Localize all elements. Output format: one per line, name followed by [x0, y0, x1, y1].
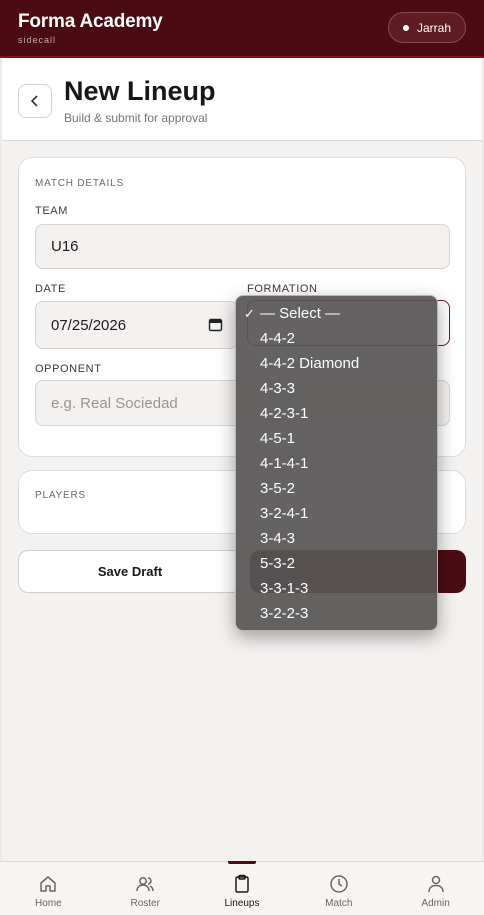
formation-option-label: 3-2-4-1 [260, 505, 309, 522]
formation-option[interactable]: 4-2-3-1 [236, 401, 437, 426]
formation-option[interactable]: 3-5-2 [236, 476, 437, 501]
user-name: Jarrah [416, 20, 451, 35]
person-icon [427, 875, 444, 893]
chevron-left-icon [30, 95, 38, 107]
formation-option-label: — Select — [260, 305, 341, 322]
active-indicator [227, 861, 256, 864]
formation-option-label: 4-1-4-1 [260, 455, 309, 472]
formation-option-label: 3-2-2-3 [260, 605, 309, 622]
formation-option[interactable]: 4-1-4-1 [236, 451, 437, 476]
formation-option[interactable]: ✓ — Select — [236, 301, 437, 326]
formation-option[interactable]: 3-2-4-1 [236, 501, 437, 526]
team-field[interactable]: U16 [35, 224, 450, 269]
bottom-nav: Home Roster Lineups Match Admin [0, 861, 484, 915]
formation-option-label: 4-4-2 Diamond [260, 355, 360, 372]
clipboard-icon [235, 874, 249, 893]
opponent-label: OPPONENT [35, 363, 102, 375]
formation-option[interactable]: 4-4-2 Diamond [236, 351, 437, 376]
nav-item-home[interactable]: Home [0, 862, 97, 915]
app-subtitle: sidecall [18, 35, 57, 45]
formation-option[interactable]: 5-3-2 [236, 551, 437, 576]
formation-option-label: 5-3-2 [260, 555, 296, 572]
page-title: New Lineup [64, 76, 216, 106]
opponent-placeholder: e.g. Real Sociedad [51, 394, 178, 412]
formation-option[interactable]: 4-4-2 [236, 326, 437, 351]
section-label-match-details: MATCH DETAILS [35, 178, 124, 189]
nav-label: Admin [421, 898, 450, 909]
nav-label: Roster [130, 898, 160, 909]
clock-icon [330, 875, 348, 893]
section-label-players: PLAYERS [35, 490, 86, 501]
formation-option-label: 3-3-1-3 [260, 580, 309, 597]
date-value: 07/25/2026 [51, 316, 127, 334]
nav-label: Lineups [224, 898, 260, 909]
formation-option-label: 4-2-3-1 [260, 405, 309, 422]
formation-option[interactable]: 3-2-2-3 [236, 601, 437, 626]
nav-item-admin[interactable]: Admin [387, 862, 484, 915]
formation-option[interactable]: 3-4-3 [236, 526, 437, 551]
nav-label: Home [35, 898, 62, 909]
formation-option-label: 4-4-2 [260, 330, 296, 347]
users-icon [136, 877, 154, 892]
formation-label: FORMATION [247, 283, 318, 295]
app-header: Forma Academy sidecall Jarrah [0, 0, 484, 58]
app-name: Forma Academy [18, 11, 163, 32]
formation-option[interactable]: 4-5-1 [236, 426, 437, 451]
checkmark-icon: ✓ [244, 306, 255, 321]
user-chip[interactable]: Jarrah [387, 12, 466, 43]
nav-item-lineups[interactable]: Lineups [194, 861, 291, 915]
nav-item-match[interactable]: Match [290, 862, 387, 915]
status-dot-icon [402, 24, 409, 31]
date-field[interactable]: 07/25/2026 [35, 301, 238, 349]
page-subtitle: Build & submit for approval [64, 111, 208, 125]
formation-option-label: 4-3-3 [260, 380, 296, 397]
home-icon [40, 876, 57, 892]
formation-option-label: 3-4-3 [260, 530, 296, 547]
back-button[interactable] [18, 84, 52, 118]
nav-item-roster[interactable]: Roster [97, 862, 194, 915]
team-label: TEAM [35, 205, 68, 217]
date-label: DATE [35, 283, 66, 295]
formation-option[interactable]: 3-3-1-3 [236, 576, 437, 601]
save-draft-button[interactable]: Save Draft [18, 550, 242, 593]
formation-option[interactable]: 4-3-3 [236, 376, 437, 401]
formation-option-label: 4-5-1 [260, 430, 296, 447]
formation-dropdown: ✓ — Select — 4-4-2 4-4-2 Diamond 4-3-3 4-2-3-… [235, 295, 438, 631]
formation-option-label: 3-5-2 [260, 480, 296, 497]
team-value: U16 [51, 238, 79, 255]
calendar-icon[interactable] [208, 317, 223, 332]
page-header: New Lineup Build & submit for approval [2, 58, 482, 141]
nav-label: Match [325, 898, 353, 909]
